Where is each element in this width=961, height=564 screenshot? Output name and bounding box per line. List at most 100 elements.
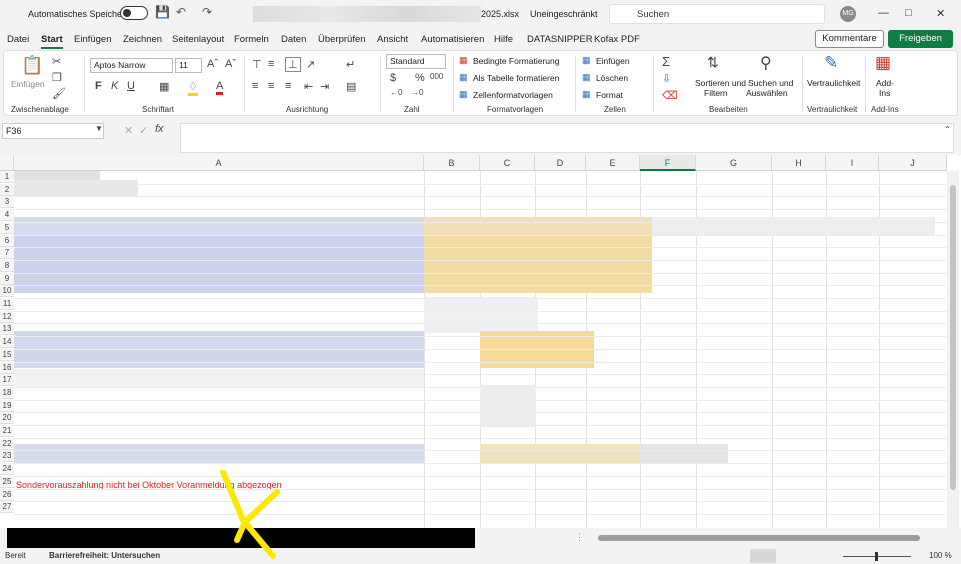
format-as-table-button[interactable]: Als Tabelle formatieren xyxy=(473,73,559,83)
find-select-button-line2[interactable]: Auswählen xyxy=(746,88,788,98)
avatar[interactable]: MG xyxy=(840,6,856,22)
zoom-slider-thumb[interactable] xyxy=(875,552,878,561)
autosave-toggle[interactable] xyxy=(120,6,148,20)
column-header-a[interactable]: A xyxy=(14,155,424,171)
row-header[interactable]: 27 xyxy=(0,501,14,514)
addins-button-line2[interactable]: Ins xyxy=(879,88,890,98)
row-header[interactable]: 8 xyxy=(0,259,14,272)
tab-daten[interactable]: Daten xyxy=(281,34,306,45)
column-header-e[interactable]: E xyxy=(586,155,640,171)
insert-function-icon[interactable]: fx xyxy=(155,123,164,135)
clear-icon[interactable]: ⌫ xyxy=(662,89,678,102)
accessibility-status[interactable]: Barrierefreiheit: Untersuchen xyxy=(49,551,160,560)
column-header-g[interactable]: G xyxy=(696,155,772,171)
orientation-icon[interactable]: ↗ xyxy=(306,58,315,71)
row-header[interactable]: 2 xyxy=(0,183,14,196)
tab-kofax-pdf[interactable]: Kofax PDF xyxy=(594,34,640,45)
collapse-formula-icon[interactable]: ⌃ xyxy=(944,125,951,134)
align-center-icon[interactable]: ≡ xyxy=(268,80,274,92)
share-button[interactable]: Freigeben xyxy=(888,30,953,48)
border-icon[interactable]: ▦ xyxy=(159,80,169,93)
row-header[interactable]: 23 xyxy=(0,450,14,463)
delete-cells-button[interactable]: Löschen xyxy=(596,73,628,83)
row-header[interactable]: 19 xyxy=(0,399,14,412)
select-all-corner[interactable] xyxy=(0,155,14,171)
horizontal-scrollbar[interactable] xyxy=(598,535,920,541)
paste-icon[interactable]: 📋 xyxy=(21,55,43,76)
save-icon[interactable]: 💾 xyxy=(155,5,170,19)
row-header[interactable]: 13 xyxy=(0,323,14,336)
row-header[interactable]: 14 xyxy=(0,336,14,349)
increase-decimal-icon[interactable]: ←0 xyxy=(390,88,402,97)
copy-icon[interactable]: ❐ xyxy=(52,71,62,84)
column-header-d[interactable]: D xyxy=(535,155,586,171)
align-middle-icon[interactable]: ≡ xyxy=(268,58,274,70)
split-handle-icon[interactable]: ⋮ xyxy=(575,532,584,543)
formula-input[interactable] xyxy=(180,123,954,153)
row-header[interactable]: 18 xyxy=(0,386,14,399)
undo-icon[interactable]: ↶ xyxy=(176,5,186,19)
fill-icon[interactable]: ⇩ xyxy=(662,72,671,85)
row-header[interactable]: 4 xyxy=(0,209,14,222)
comma-style-icon[interactable]: 000 xyxy=(430,72,443,81)
addins-icon[interactable]: ▦ xyxy=(875,53,891,73)
cancel-entry-icon[interactable]: ✕ xyxy=(124,124,133,137)
tab-datei[interactable]: Datei xyxy=(7,34,29,45)
column-header-i[interactable]: I xyxy=(826,155,879,171)
name-box[interactable]: F36 xyxy=(2,123,104,139)
addins-button[interactable]: Add- xyxy=(876,78,894,88)
tab-ueberpruefen[interactable]: Überprüfen xyxy=(318,34,366,45)
row-header[interactable]: 6 xyxy=(0,234,14,247)
font-color-icon[interactable]: A xyxy=(216,80,224,95)
tab-zeichnen[interactable]: Zeichnen xyxy=(123,34,162,45)
row-header[interactable]: 17 xyxy=(0,374,14,387)
align-top-icon[interactable]: ⊤ xyxy=(252,58,262,71)
row-header[interactable]: 26 xyxy=(0,488,14,501)
row-header[interactable]: 1 xyxy=(0,171,14,183)
tab-hilfe[interactable]: Hilfe xyxy=(494,34,513,45)
search-input[interactable]: Suchen xyxy=(609,4,825,24)
tab-formeln[interactable]: Formeln xyxy=(234,34,269,45)
increase-indent-icon[interactable]: ⇥ xyxy=(320,80,329,93)
tab-datasnipper[interactable]: DATASNIPPER xyxy=(527,34,593,45)
decrease-decimal-icon[interactable]: →0 xyxy=(411,88,423,97)
row-header[interactable]: 15 xyxy=(0,348,14,361)
column-header-h[interactable]: H xyxy=(772,155,826,171)
row-header[interactable]: 5 xyxy=(0,221,14,234)
row-header[interactable]: 10 xyxy=(0,285,14,298)
confirm-entry-icon[interactable]: ✓ xyxy=(139,124,148,137)
redo-icon[interactable]: ↷ xyxy=(202,5,212,19)
maximize-icon[interactable]: □ xyxy=(905,7,912,19)
zoom-level[interactable]: 100 % xyxy=(929,551,952,560)
tab-einfuegen[interactable]: Einfügen xyxy=(74,34,112,45)
row-header[interactable]: 7 xyxy=(0,247,14,260)
align-right-icon[interactable]: ≡ xyxy=(285,80,291,92)
sort-filter-button[interactable]: Sortieren und xyxy=(695,78,746,88)
merge-center-icon[interactable]: ▤ xyxy=(346,80,356,93)
paste-button[interactable]: Einfügen xyxy=(11,79,45,89)
increase-font-icon[interactable]: Aˆ xyxy=(207,58,218,70)
column-header-c[interactable]: C xyxy=(480,155,535,171)
italic-icon[interactable]: K xyxy=(111,80,118,92)
sensitivity-status[interactable]: Uneingeschränkt xyxy=(530,9,598,19)
wrap-text-icon[interactable]: ↵ xyxy=(346,58,355,71)
format-cells-button[interactable]: Format xyxy=(596,90,623,100)
find-select-button[interactable]: Suchen und xyxy=(748,78,793,88)
row-header[interactable]: 20 xyxy=(0,412,14,425)
close-icon[interactable]: ✕ xyxy=(936,7,945,20)
sort-filter-icon[interactable]: ⇅ xyxy=(707,54,719,71)
font-name-combo[interactable]: Aptos Narrow xyxy=(90,58,173,73)
conditional-format-button[interactable]: Bedingte Formatierung xyxy=(473,56,559,66)
view-buttons[interactable] xyxy=(750,549,776,563)
row-header[interactable]: 24 xyxy=(0,463,14,476)
align-bottom-icon[interactable]: ⊥ xyxy=(285,57,301,72)
column-header-f[interactable]: F xyxy=(640,155,696,171)
decrease-indent-icon[interactable]: ⇤ xyxy=(304,80,313,93)
cut-icon[interactable]: ✂ xyxy=(52,55,61,68)
fill-color-icon[interactable]: ♢ xyxy=(188,80,198,96)
tab-seitenlayout[interactable]: Seitenlayout xyxy=(172,34,224,45)
tab-start[interactable]: Start xyxy=(41,34,63,49)
name-box-dropdown-icon[interactable]: ▼ xyxy=(95,124,103,133)
row-header[interactable]: 21 xyxy=(0,425,14,437)
sort-filter-button-line2[interactable]: Filtern xyxy=(704,88,728,98)
